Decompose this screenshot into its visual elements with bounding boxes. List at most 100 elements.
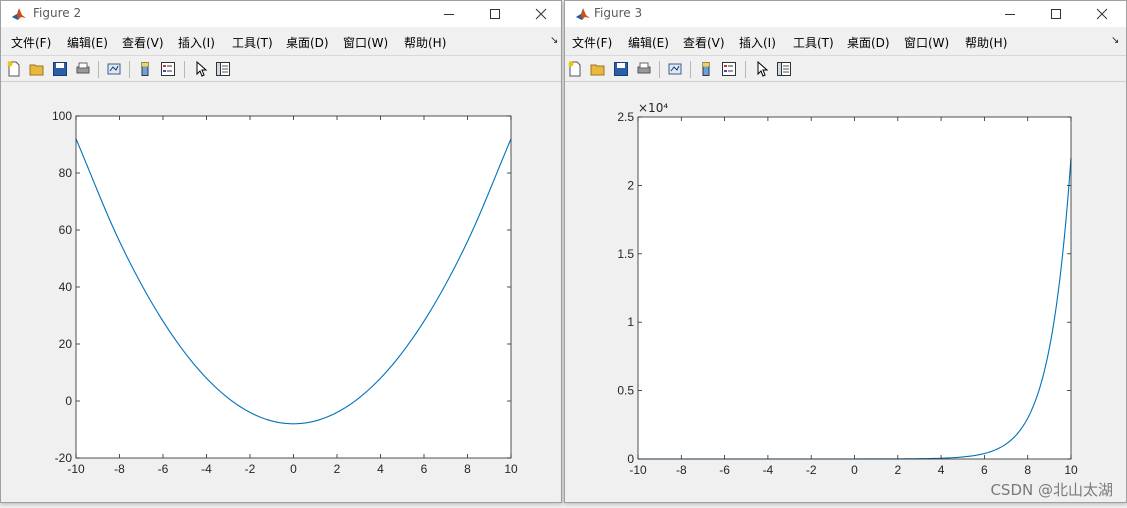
menu-desktop[interactable]: 桌面(D): [286, 34, 329, 51]
new-file-icon: [568, 61, 581, 77]
y-tick-label: 20: [59, 337, 73, 351]
new-figure-button[interactable]: [5, 60, 23, 78]
figure-3-chart[interactable]: -10 -8 -6 -4 -2 0 2 4 6 8 1000.511.522.5×10⁴: [565, 82, 1126, 502]
maximize-button[interactable]: [1033, 1, 1079, 27]
insert-legend-button[interactable]: [720, 60, 738, 78]
save-icon: [614, 62, 628, 76]
x-tick-label: 8: [1024, 463, 1031, 477]
edit-plot-button[interactable]: [752, 60, 770, 78]
x-tick-label: -6: [719, 463, 730, 477]
maximize-icon: [1051, 9, 1061, 19]
x-tick-label: -4: [201, 462, 212, 476]
dock-arrow-icon[interactable]: ↘: [1111, 35, 1119, 46]
menu-help[interactable]: 帮助(H): [965, 34, 1007, 51]
close-icon: [535, 8, 547, 20]
x-tick-label: 10: [504, 462, 518, 476]
x-tick-label: 2: [894, 463, 901, 477]
y-tick-label: 0.5: [617, 384, 634, 398]
legend-icon: [722, 62, 736, 76]
x-tick-label: 10: [1064, 463, 1078, 477]
property-inspector-button[interactable]: [775, 60, 793, 78]
minimize-button[interactable]: [426, 1, 472, 27]
menu-insert[interactable]: 插入(I): [739, 34, 776, 51]
menu-window[interactable]: 窗口(W): [904, 34, 949, 51]
print-button[interactable]: [74, 60, 92, 78]
x-tick-label: 2: [334, 462, 341, 476]
save-button[interactable]: [51, 60, 69, 78]
y-tick-label: 40: [59, 280, 73, 294]
maximize-button[interactable]: [472, 1, 518, 27]
menu-file[interactable]: 文件(F): [572, 34, 612, 51]
menu-window[interactable]: 窗口(W): [343, 34, 388, 51]
y-tick-label: 0: [65, 394, 72, 408]
edit-plot-button[interactable]: [191, 60, 209, 78]
close-button[interactable]: [1079, 1, 1125, 27]
window-title: Figure 2: [33, 6, 82, 20]
menu-view[interactable]: 查看(V): [683, 34, 725, 51]
title-bar[interactable]: Figure 3: [565, 1, 1126, 27]
property-editor-icon: [216, 62, 230, 76]
figure-toolbar: [1, 55, 561, 82]
open-file-button[interactable]: [589, 60, 607, 78]
x-tick-label: 0: [851, 463, 858, 477]
x-tick-label: 6: [421, 462, 428, 476]
figure-toolbar: [565, 55, 1126, 82]
link-plot-button[interactable]: [666, 60, 684, 78]
dock-arrow-icon[interactable]: ↘: [550, 35, 558, 46]
insert-colorbar-button[interactable]: [697, 60, 715, 78]
y-tick-label: 80: [59, 166, 73, 180]
colorbar-icon: [141, 62, 149, 76]
property-editor-icon: [777, 62, 791, 76]
save-icon: [53, 62, 67, 76]
x-tick-label: 8: [464, 462, 471, 476]
minimize-icon: [1005, 14, 1015, 15]
watermark: CSDN @北山太湖: [990, 481, 1113, 499]
figure-2-chart[interactable]: -10 -8 -6 -4 -2 0 2 4 6 8 10-20020406080100: [1, 82, 561, 502]
arrow-cursor-icon: [757, 61, 769, 77]
menu-tools[interactable]: 工具(T): [793, 34, 834, 51]
link-plot-button[interactable]: [105, 60, 123, 78]
menu-view[interactable]: 查看(V): [122, 34, 164, 51]
printer-icon: [637, 62, 651, 74]
y-tick-label: 2.5: [617, 110, 634, 124]
new-figure-button[interactable]: [566, 60, 584, 78]
menu-edit[interactable]: 编辑(E): [67, 34, 108, 51]
maximize-icon: [490, 9, 500, 19]
y-tick-label: 1.5: [617, 247, 634, 261]
x-tick-label: -6: [158, 462, 169, 476]
menu-edit[interactable]: 编辑(E): [628, 34, 669, 51]
print-button[interactable]: [635, 60, 653, 78]
close-button[interactable]: [518, 1, 564, 27]
x-tick-label: -8: [114, 462, 125, 476]
y-tick-label: -20: [55, 451, 73, 465]
menu-bar: 文件(F) 编辑(E) 查看(V) 插入(I) 工具(T) 桌面(D) 窗口(W…: [1, 29, 561, 53]
menu-desktop[interactable]: 桌面(D): [847, 34, 890, 51]
menu-insert[interactable]: 插入(I): [178, 34, 215, 51]
menu-tools[interactable]: 工具(T): [232, 34, 273, 51]
menu-help[interactable]: 帮助(H): [404, 34, 446, 51]
menu-bar: 文件(F) 编辑(E) 查看(V) 插入(I) 工具(T) 桌面(D) 窗口(W…: [565, 29, 1126, 53]
axes-background: [76, 116, 511, 458]
close-icon: [1096, 8, 1108, 20]
title-bar[interactable]: Figure 2: [1, 1, 561, 27]
menu-file[interactable]: 文件(F): [11, 34, 51, 51]
window-title: Figure 3: [594, 6, 643, 20]
insert-colorbar-button[interactable]: [136, 60, 154, 78]
open-file-button[interactable]: [28, 60, 46, 78]
axes-background: [638, 117, 1071, 459]
link-plot-icon: [668, 63, 682, 75]
folder-icon: [590, 64, 605, 76]
y-exponent-label: ×10⁴: [638, 101, 668, 115]
plot-area: -10 -8 -6 -4 -2 0 2 4 6 8 10 0 0.5 1 1.5 2 2.5 ×10⁴: [565, 82, 1126, 502]
matlab-logo-icon: [11, 6, 27, 22]
folder-icon: [29, 64, 44, 76]
save-button[interactable]: [612, 60, 630, 78]
property-inspector-button[interactable]: [214, 60, 232, 78]
printer-icon: [76, 62, 90, 74]
insert-legend-button[interactable]: [159, 60, 177, 78]
y-tick-label: 1: [627, 315, 634, 329]
y-tick-label: 0: [627, 452, 634, 466]
figure-2-window: Figure 2 文件(F) 编辑(E) 查看(V) 插入(I) 工具(T) 桌…: [0, 0, 562, 503]
y-tick-label: 2: [627, 178, 634, 192]
minimize-button[interactable]: [987, 1, 1033, 27]
